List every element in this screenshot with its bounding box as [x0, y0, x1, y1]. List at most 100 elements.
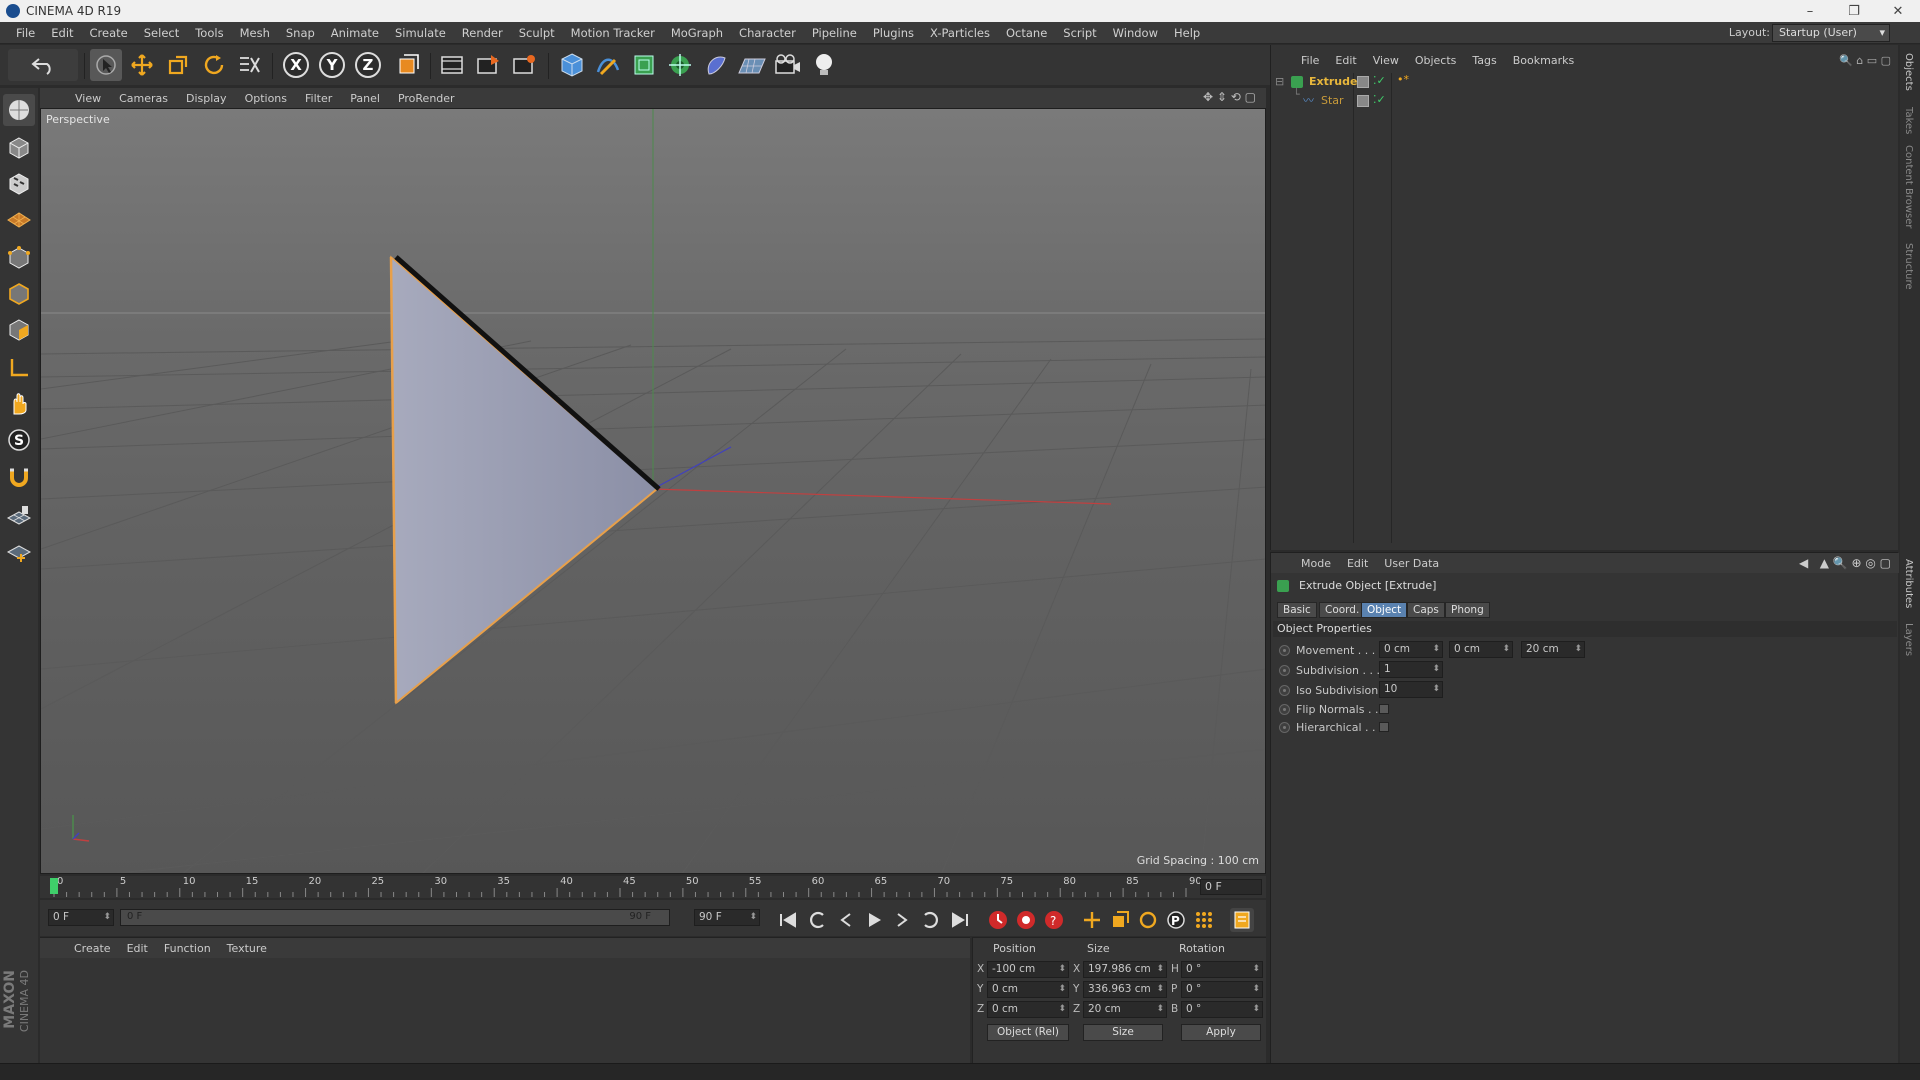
viewport-menu-panel[interactable]: Panel	[341, 92, 389, 105]
undo-icon[interactable]	[8, 49, 78, 81]
model-mode-icon[interactable]	[3, 132, 35, 164]
menu-motion-tracker[interactable]: Motion Tracker	[563, 26, 663, 40]
viewport-scene[interactable]	[41, 109, 1266, 874]
render-picture-viewer-icon[interactable]	[472, 49, 504, 81]
object-name-extrude[interactable]: Extrude	[1309, 75, 1357, 88]
movement-y-field[interactable]: 0 cm	[1449, 641, 1513, 658]
polygons-mode-icon[interactable]	[3, 314, 35, 346]
make-editable-icon[interactable]	[3, 94, 35, 126]
points-mode-icon[interactable]	[3, 242, 35, 274]
workplane-icon[interactable]	[3, 500, 35, 532]
coords-mode-select[interactable]: Object (Rel)	[987, 1024, 1069, 1041]
coords-pos-z-field[interactable]: 0 cm	[987, 1001, 1069, 1018]
coords-size-z-field[interactable]: 20 cm	[1083, 1001, 1167, 1018]
movement-x-field[interactable]: 0 cm	[1379, 641, 1443, 658]
om-menu-objects[interactable]: Objects	[1407, 54, 1465, 67]
move-icon[interactable]	[126, 49, 158, 81]
tweak-mode-icon[interactable]	[3, 388, 35, 420]
goto-end-icon[interactable]	[948, 908, 972, 932]
edges-mode-icon[interactable]	[3, 278, 35, 310]
z-axis-icon[interactable]: Z	[352, 49, 384, 81]
material-menu-texture[interactable]: Texture	[219, 942, 275, 955]
movement-z-field[interactable]: 20 cm	[1521, 641, 1585, 658]
goto-previous-frame-icon[interactable]	[834, 908, 858, 932]
texture-mode-icon[interactable]	[3, 168, 35, 200]
menu-pipeline[interactable]: Pipeline	[804, 26, 865, 40]
om-menu-file[interactable]: File	[1293, 54, 1327, 67]
subdivision-icon[interactable]	[628, 49, 660, 81]
coordinate-system-icon[interactable]	[392, 49, 424, 81]
menu-select[interactable]: Select	[136, 26, 187, 40]
menu-render[interactable]: Render	[454, 26, 511, 40]
coords-rot-b-field[interactable]: 0 °	[1181, 1001, 1263, 1018]
side-tab-attributes[interactable]: Attributes	[1903, 559, 1914, 608]
side-tab-layers[interactable]: Layers	[1903, 623, 1914, 656]
side-tab-structure[interactable]: Structure	[1903, 243, 1914, 290]
viewport-menu-filter[interactable]: Filter	[296, 92, 341, 105]
material-menu-create[interactable]: Create	[66, 942, 119, 955]
animate-radio-icon[interactable]	[1279, 684, 1290, 696]
start-frame-field[interactable]: 0 F	[48, 909, 114, 926]
menu-plugins[interactable]: Plugins	[865, 26, 922, 40]
coords-rot-h-field[interactable]: 0 °	[1181, 961, 1263, 978]
side-tab-objects[interactable]: Objects	[1903, 53, 1914, 91]
coords-size-select[interactable]: Size	[1083, 1024, 1163, 1041]
coords-rot-p-field[interactable]: 0 °	[1181, 981, 1263, 998]
menu-mesh[interactable]: Mesh	[232, 26, 278, 40]
om-menu-view[interactable]: View	[1365, 54, 1407, 67]
menu-script[interactable]: Script	[1055, 26, 1104, 40]
viewport-menu-display[interactable]: Display	[177, 92, 236, 105]
om-menu-edit[interactable]: Edit	[1327, 54, 1364, 67]
am-menu-user-data[interactable]: User Data	[1376, 557, 1447, 570]
cube-icon[interactable]	[556, 49, 588, 81]
visibility-check-icon[interactable]: ⁚✓	[1373, 93, 1386, 106]
object-row-extrude[interactable]: ⊟ Extrude ⁚✓ •*	[1271, 73, 1899, 91]
coords-size-x-field[interactable]: 197.986 cm	[1083, 961, 1167, 978]
coords-apply-button[interactable]: Apply	[1181, 1024, 1261, 1041]
animate-radio-icon[interactable]	[1279, 664, 1290, 676]
close-button[interactable]: ✕	[1876, 0, 1920, 22]
x-axis-icon[interactable]: X	[280, 49, 312, 81]
workplane-mode-icon[interactable]	[3, 204, 35, 236]
menu-snap[interactable]: Snap	[278, 26, 323, 40]
timeline-window-icon[interactable]	[1230, 908, 1254, 932]
hierarchical-checkbox[interactable]	[1379, 722, 1389, 732]
tag-icon[interactable]: •*	[1397, 73, 1409, 86]
layer-icon[interactable]	[1357, 95, 1369, 107]
cloner-icon[interactable]	[664, 49, 696, 81]
expand-toggle-icon[interactable]: ⊟	[1275, 75, 1284, 88]
render-settings-icon[interactable]	[508, 49, 540, 81]
scale-icon[interactable]	[162, 49, 194, 81]
am-menu-edit[interactable]: Edit	[1339, 557, 1376, 570]
object-name-star[interactable]: Star	[1321, 94, 1344, 107]
point-level-animation-icon[interactable]	[1192, 908, 1216, 932]
playhead[interactable]	[50, 878, 58, 894]
object-row-star[interactable]: └ 〰 Star ⁚✓	[1271, 88, 1899, 110]
tab-coord[interactable]: Coord.	[1319, 602, 1366, 618]
camera-icon[interactable]	[772, 49, 804, 81]
parameter-key-icon[interactable]: P	[1164, 908, 1188, 932]
side-tab-takes[interactable]: Takes	[1903, 107, 1914, 134]
flip-normals-checkbox[interactable]	[1379, 704, 1389, 714]
material-menu-edit[interactable]: Edit	[119, 942, 156, 955]
menu-file[interactable]: File	[8, 26, 43, 40]
menu-octane[interactable]: Octane	[998, 26, 1055, 40]
material-menu-function[interactable]: Function	[156, 942, 219, 955]
autokeying-icon[interactable]	[1014, 908, 1038, 932]
viewport-menu-prorender[interactable]: ProRender	[389, 92, 464, 105]
snap-icon[interactable]	[3, 462, 35, 494]
minimize-button[interactable]: –	[1788, 0, 1832, 22]
end-frame-field[interactable]: 90 F	[694, 909, 760, 926]
visibility-check-icon[interactable]: ⁚✓	[1373, 74, 1386, 87]
goto-previous-key-icon[interactable]	[806, 908, 830, 932]
recent-tools-icon[interactable]	[234, 49, 266, 81]
floor-icon[interactable]	[736, 49, 768, 81]
menu-help[interactable]: Help	[1166, 26, 1208, 40]
solo-icon[interactable]: S	[3, 424, 35, 456]
animate-radio-icon[interactable]	[1279, 721, 1290, 733]
iso-subdivision-field[interactable]: 10	[1379, 681, 1443, 698]
layer-icon[interactable]	[1357, 76, 1369, 88]
animate-radio-icon[interactable]	[1279, 644, 1290, 656]
scale-key-icon[interactable]	[1108, 908, 1132, 932]
locked-workplane-icon[interactable]	[3, 536, 35, 568]
